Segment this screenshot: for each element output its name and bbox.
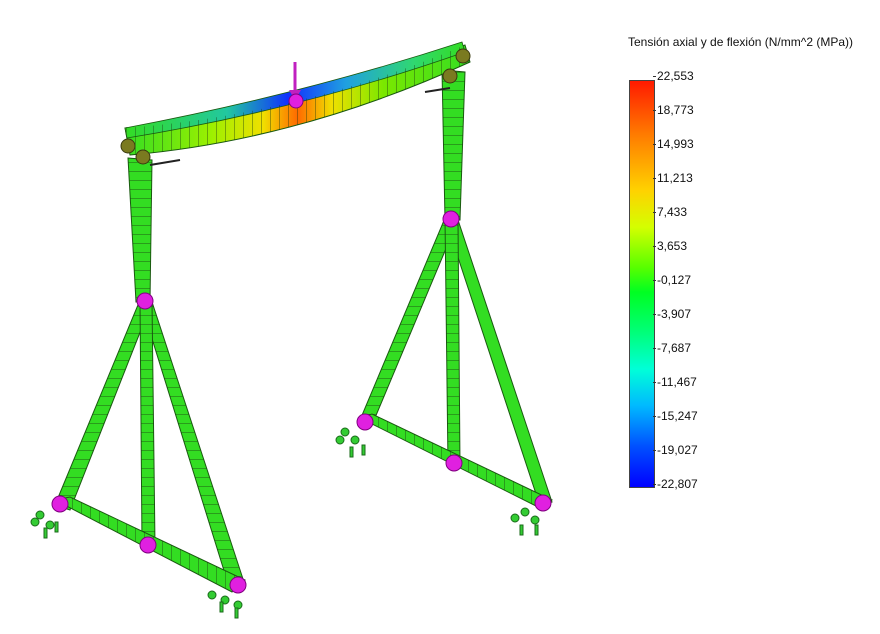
left-leg-assembly <box>53 157 246 593</box>
legend-tick-label: -11,467 <box>653 375 697 389</box>
legend-tick-label: 3,653 <box>652 239 688 253</box>
stress-legend: Tensión axial y de flexión (N/mm^2 (MPa)… <box>600 0 880 629</box>
legend-tick-label: 22,553 <box>653 69 694 83</box>
legend-tick-label: 14,993 <box>653 137 694 151</box>
gantry-crane-model <box>30 41 554 619</box>
model-viewport[interactable] <box>0 0 600 629</box>
legend-tick-label: -3,907 <box>652 307 692 321</box>
legend-title: Tensión axial y de flexión (N/mm^2 (MPa)… <box>628 35 854 49</box>
legend-tick-label: -7,687 <box>652 341 692 355</box>
load-arrow-icon[interactable] <box>288 62 304 109</box>
legend-tick-label: -19,027 <box>653 443 698 457</box>
right-leg-assembly <box>358 69 554 509</box>
legend-tick-label: 11,213 <box>653 171 693 185</box>
legend-colorbar <box>629 80 655 488</box>
legend-tick-label: -22,807 <box>653 477 698 491</box>
legend-tick-label: -0,127 <box>652 273 692 287</box>
legend-tick-label: 18,773 <box>653 103 694 117</box>
legend-tick-label: -15,247 <box>653 409 698 423</box>
legend-tick-label: 7,433 <box>652 205 688 219</box>
